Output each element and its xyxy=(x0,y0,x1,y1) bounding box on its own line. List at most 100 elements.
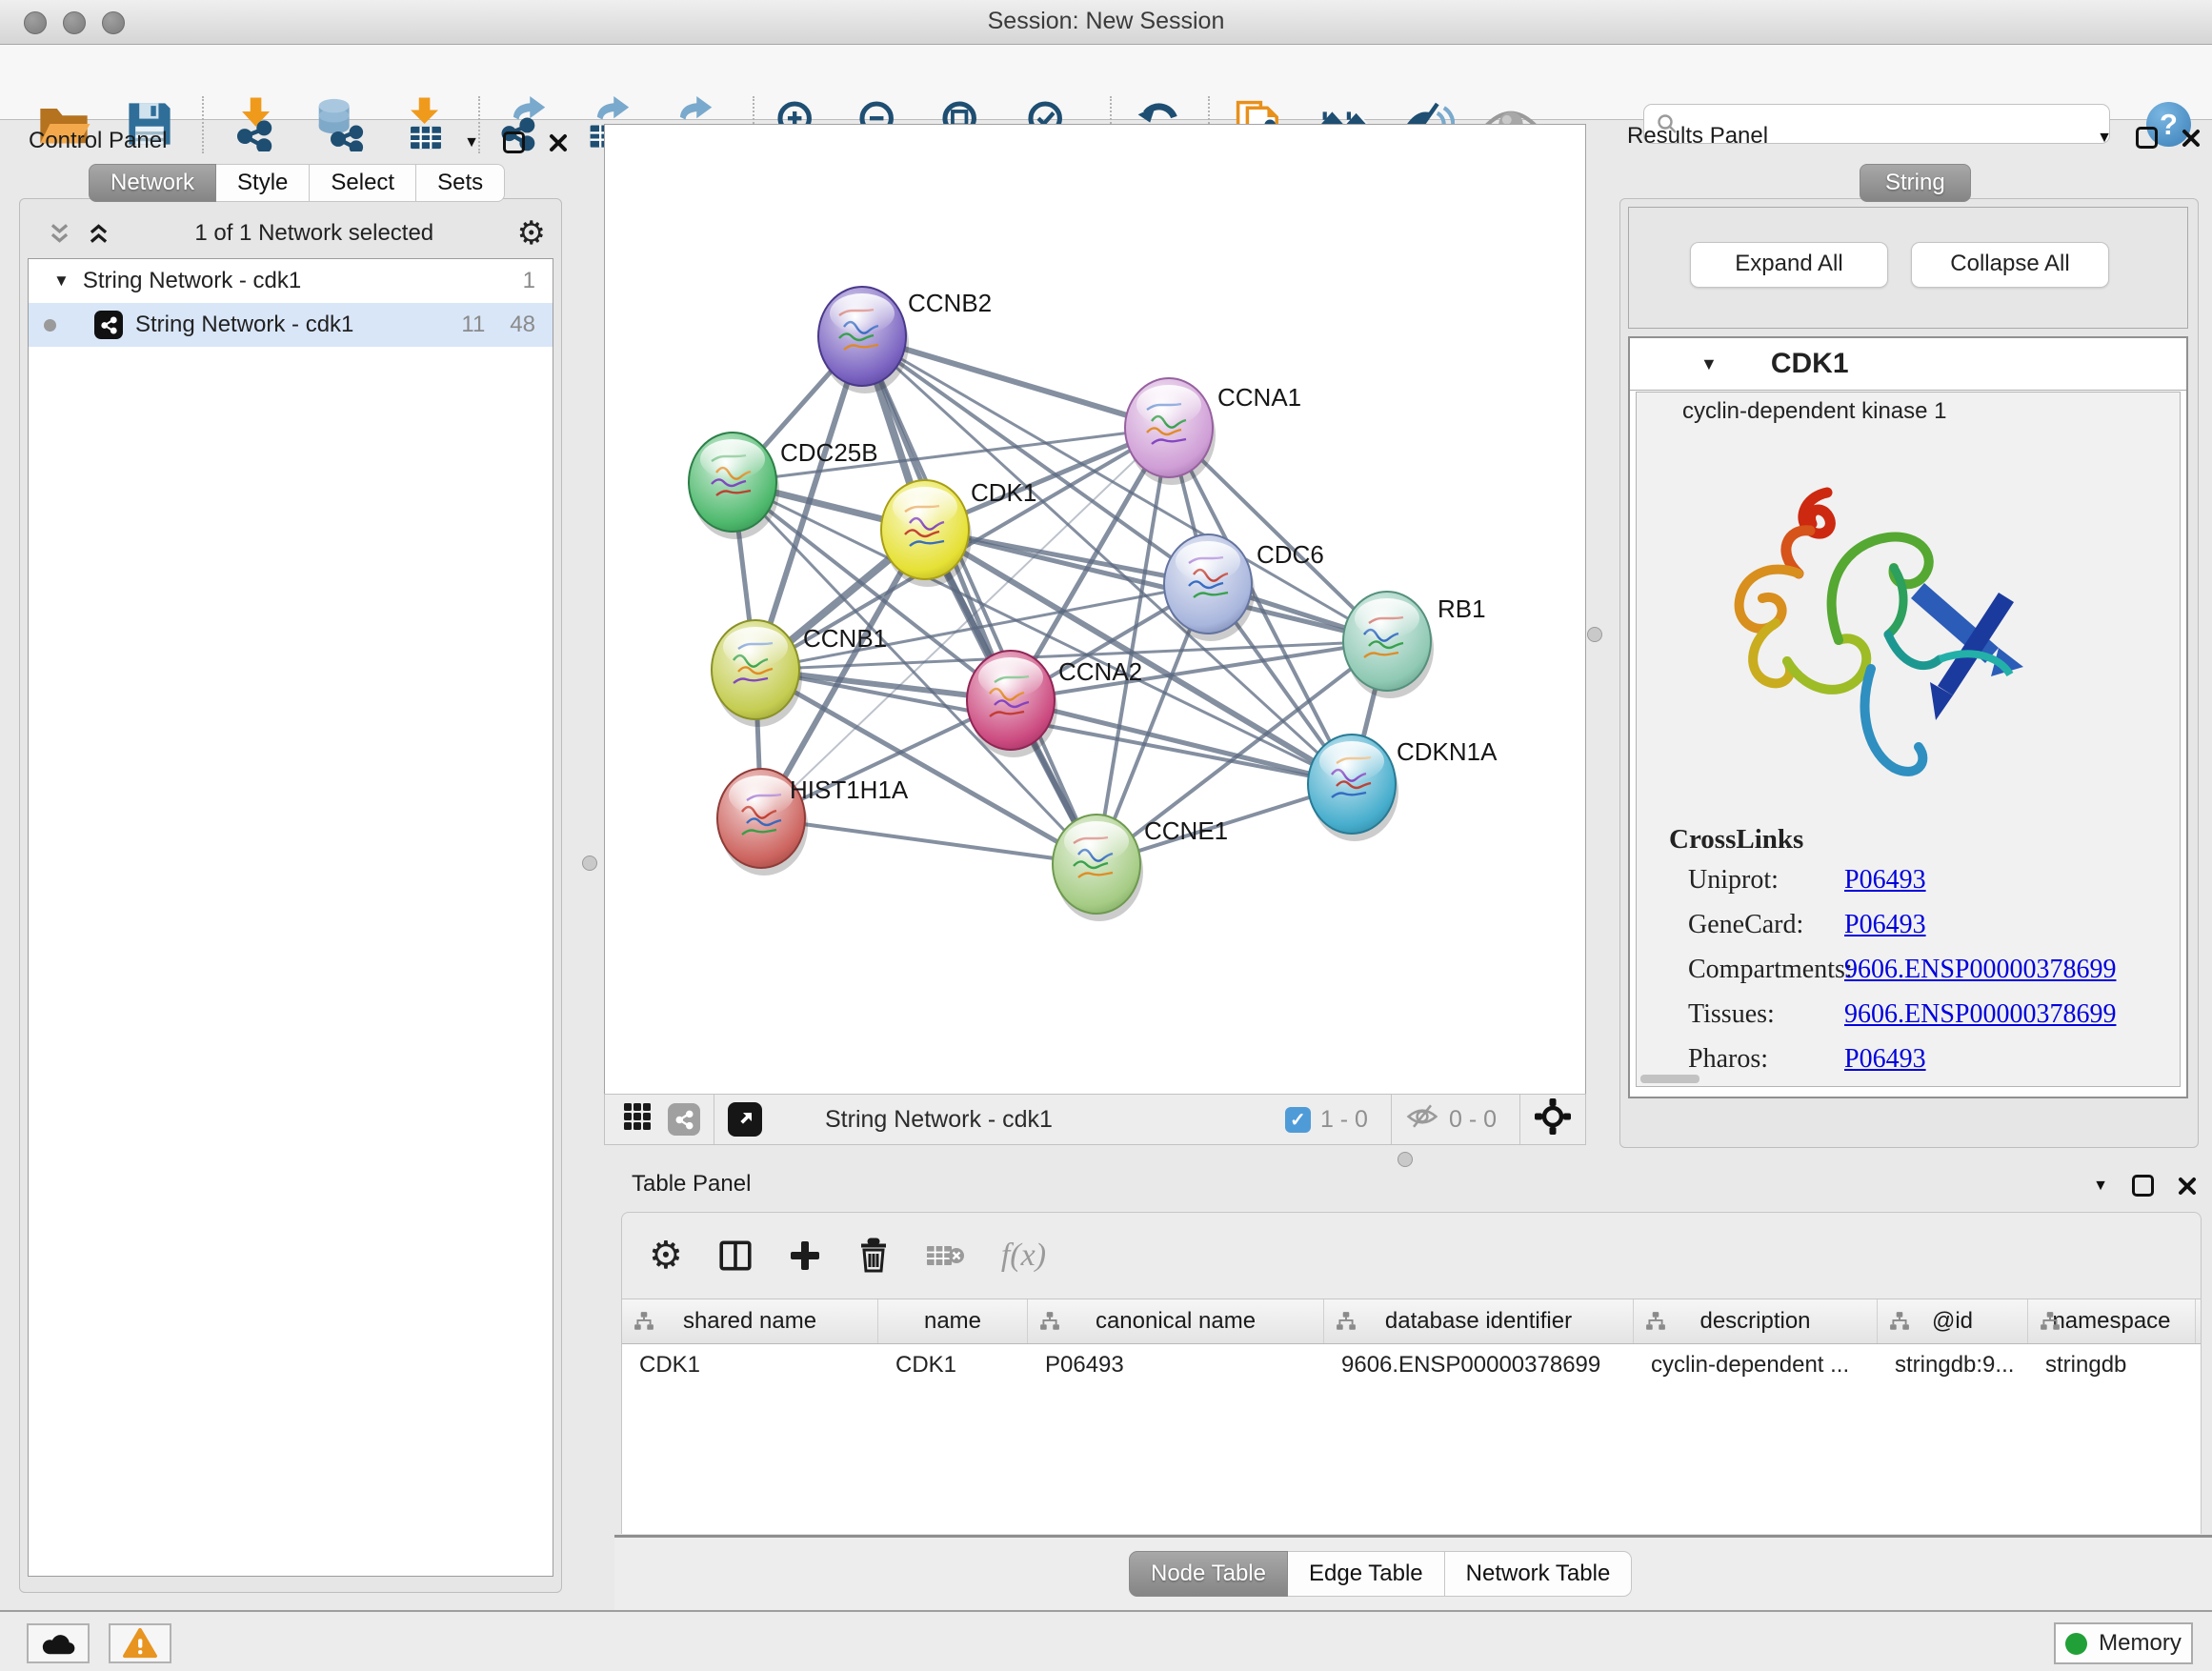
column-header-name[interactable]: name xyxy=(878,1299,1028,1343)
crosslink-row: Compartments:9606.ENSP00000378699 xyxy=(1637,955,2180,999)
column-label: canonical name xyxy=(1096,1308,1256,1335)
warnings-button[interactable] xyxy=(109,1623,171,1663)
network-edge[interactable] xyxy=(761,428,1169,818)
string-network-icon xyxy=(94,311,123,339)
column-type-icon xyxy=(2040,1311,2061,1332)
table-row[interactable]: CDK1CDK1P064939606.ENSP00000378699cyclin… xyxy=(622,1344,2201,1386)
network-collection-row[interactable]: ▼ String Network - cdk1 1 xyxy=(29,259,553,303)
grid-view-icon[interactable] xyxy=(622,1101,653,1138)
column-header-namespace[interactable]: namespace xyxy=(2028,1299,2196,1343)
results-panel-close-icon[interactable] xyxy=(2182,129,2201,148)
tab-node-table[interactable]: Node Table xyxy=(1129,1551,1288,1597)
tab-sets[interactable]: Sets xyxy=(416,164,505,202)
collection-expand-caret-icon[interactable]: ▼ xyxy=(53,272,70,291)
column-type-icon xyxy=(1039,1311,1060,1332)
center-view-crosshair-icon[interactable] xyxy=(1534,1097,1572,1142)
table-panel-title: Table Panel xyxy=(632,1171,751,1198)
window-title: Session: New Session xyxy=(0,8,2212,35)
selected-nodes-checkbox[interactable]: ✓ xyxy=(1285,1107,1311,1133)
table-cell[interactable]: CDK1 xyxy=(622,1344,878,1386)
crosslink-value-link[interactable]: P06493 xyxy=(1844,1044,1926,1075)
cloud-status-button[interactable] xyxy=(27,1623,90,1663)
node-label: CDC25B xyxy=(780,438,878,467)
network-node-cdc25b[interactable] xyxy=(689,433,779,539)
column-header-canonical-name[interactable]: canonical name xyxy=(1028,1299,1324,1343)
tab-style[interactable]: Style xyxy=(216,164,310,202)
control-panel-float-icon[interactable] xyxy=(503,131,525,153)
crosslink-value-link[interactable]: P06493 xyxy=(1844,910,1926,940)
tab-select[interactable]: Select xyxy=(310,164,416,202)
network-tab-content: 1 of 1 Network selected ⚙ ▼ String Netwo… xyxy=(19,198,562,1593)
delete-column-trash-icon[interactable] xyxy=(856,1238,891,1274)
tab-string[interactable]: String xyxy=(1860,164,1971,202)
memory-button[interactable]: Memory xyxy=(2054,1622,2193,1664)
add-column-icon[interactable] xyxy=(788,1238,822,1273)
crosslink-value-link[interactable]: 9606.ENSP00000378699 xyxy=(1844,999,2116,1030)
network-node-ccne1[interactable] xyxy=(1053,815,1143,921)
network-node-rb1[interactable] xyxy=(1343,592,1434,698)
column-header-description[interactable]: description xyxy=(1634,1299,1878,1343)
gene-section-header[interactable]: ▼ CDK1 xyxy=(1630,338,2186,391)
collapse-all-networks-icon[interactable] xyxy=(47,221,72,246)
network-edge[interactable] xyxy=(761,818,1096,864)
table-cell[interactable]: stringdb xyxy=(2028,1344,2196,1386)
node-table: shared name name canonical name database id… xyxy=(621,1299,2202,1534)
function-builder-button[interactable]: f(x) xyxy=(1001,1238,1046,1274)
table-cell[interactable]: P06493 xyxy=(1028,1344,1324,1386)
table-cell[interactable]: stringdb:9... xyxy=(1878,1344,2028,1386)
node-label: HIST1H1A xyxy=(790,775,909,804)
tab-network-table[interactable]: Network Table xyxy=(1445,1551,1633,1597)
column-label: namespace xyxy=(2052,1308,2170,1335)
expand-all-button[interactable]: Expand All xyxy=(1690,242,1888,288)
network-options-gear-icon[interactable]: ⚙ xyxy=(517,217,546,250)
show-columns-icon[interactable] xyxy=(717,1238,754,1274)
delete-table-icon[interactable] xyxy=(925,1238,967,1273)
results-scrollbar-thumb[interactable] xyxy=(1640,1075,1699,1083)
collapse-all-button[interactable]: Collapse All xyxy=(1911,242,2109,288)
network-row-selected[interactable]: String Network - cdk1 11 48 xyxy=(29,303,553,347)
network-canvas[interactable]: CCNB2CCNA1CDC25BCDK1CDC6RB1CCNB1CCNA2CDK… xyxy=(604,124,1586,1096)
table-panel-menu-caret-icon[interactable]: ▼ xyxy=(2093,1178,2108,1194)
bottom-splitter-handle[interactable] xyxy=(1398,1152,1413,1167)
network-node-cdkn1a[interactable] xyxy=(1308,735,1398,841)
table-cell[interactable]: 9606.ENSP00000378699 xyxy=(1324,1344,1634,1386)
right-splitter-handle[interactable] xyxy=(1587,627,1602,642)
results-panel-menu-caret-icon[interactable]: ▼ xyxy=(2097,131,2112,146)
results-panel: Results Panel ▼ String Expand All Collap… xyxy=(1610,119,2212,1151)
expand-all-networks-icon[interactable] xyxy=(86,221,111,246)
table-panel-close-icon[interactable] xyxy=(2178,1177,2197,1196)
table-panel-float-icon[interactable] xyxy=(2132,1175,2154,1197)
window-titlebar: Session: New Session xyxy=(0,0,2212,45)
table-cell[interactable]: CDK1 xyxy=(878,1344,1028,1386)
left-splitter-handle[interactable] xyxy=(582,856,597,871)
network-view-share-icon[interactable] xyxy=(668,1103,700,1136)
string-results-content: Expand All Collapse All ▼ CDK1 cyclin-de… xyxy=(1619,198,2199,1148)
column-header-database-identifier[interactable]: database identifier xyxy=(1324,1299,1634,1343)
cloud-icon xyxy=(40,1629,76,1658)
table-settings-gear-icon[interactable]: ⚙ xyxy=(649,1237,683,1275)
network-node-ccna1[interactable] xyxy=(1125,378,1216,485)
table-cell[interactable]: cyclin-dependent ... xyxy=(1634,1344,1878,1386)
tab-edge-table[interactable]: Edge Table xyxy=(1288,1551,1445,1597)
table-panel: Table Panel ▼ ⚙ f(x) shared name name cano… xyxy=(614,1158,2212,1536)
column-label: shared name xyxy=(683,1308,816,1335)
column-type-icon xyxy=(633,1311,654,1332)
network-node-ccnb2[interactable] xyxy=(818,287,909,393)
crosslink-value-link[interactable]: P06493 xyxy=(1844,865,1926,896)
collection-count: 1 xyxy=(523,268,535,294)
crosslinks-title: CrossLinks xyxy=(1669,824,1803,856)
crosslink-value-link[interactable]: 9606.ENSP00000378699 xyxy=(1844,955,2116,985)
network-graph[interactable]: CCNB2CCNA1CDC25BCDK1CDC6RB1CCNB1CCNA2CDK… xyxy=(605,125,1585,1095)
control-panel-close-icon[interactable] xyxy=(549,133,568,152)
column-header--id[interactable]: @id xyxy=(1878,1299,2028,1343)
column-header-shared-name[interactable]: shared name xyxy=(622,1299,878,1343)
gene-section-caret-icon[interactable]: ▼ xyxy=(1700,354,1718,374)
network-node-cdk1[interactable] xyxy=(881,480,972,587)
column-label: database identifier xyxy=(1385,1308,1572,1335)
hidden-items-eye-icon[interactable] xyxy=(1405,1102,1439,1137)
network-node-ccnb1[interactable] xyxy=(712,620,802,727)
tab-network[interactable]: Network xyxy=(89,164,216,202)
control-panel-menu-caret-icon[interactable]: ▼ xyxy=(464,135,479,151)
birds-eye-view-icon[interactable] xyxy=(728,1102,762,1137)
results-panel-float-icon[interactable] xyxy=(2136,127,2158,149)
